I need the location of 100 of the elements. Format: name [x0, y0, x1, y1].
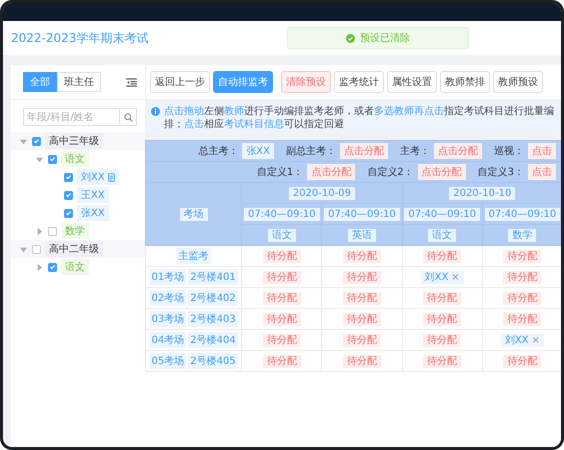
pending-tag[interactable]: 待分配 — [262, 250, 301, 263]
room-tag: 2号楼405 — [188, 353, 238, 369]
pending-tag[interactable]: 待分配 — [262, 355, 301, 368]
pending-tag[interactable]: 待分配 — [423, 334, 462, 347]
role-label: 总主考： — [198, 144, 238, 158]
checkbox[interactable] — [48, 226, 57, 236]
teacher-tag[interactable]: 刘XX × — [500, 334, 544, 347]
toolbar-button[interactable]: 返回上一步 — [150, 71, 210, 93]
expanded-arrow-icon[interactable] — [19, 244, 28, 254]
instruction-link[interactable]: 考试科目信息 — [224, 119, 284, 130]
pending-tag[interactable]: 待分配 — [342, 271, 381, 284]
pending-tag[interactable]: 待分配 — [262, 334, 301, 347]
assign-tag[interactable]: 点击分配 — [307, 164, 356, 180]
info-icon — [151, 107, 160, 116]
teacher-tag[interactable]: 张XX — [77, 205, 109, 221]
pending-tag[interactable]: 待分配 — [262, 292, 301, 305]
checkbox[interactable] — [32, 244, 41, 254]
instruction-link[interactable]: 点击 — [184, 119, 204, 130]
time-tag: 07:40—09:10 — [324, 208, 400, 220]
instruction-link[interactable]: 多选教师再点击 — [374, 106, 444, 117]
room-tag: 02考场 — [150, 290, 186, 306]
collapsed-arrow-icon[interactable] — [35, 226, 44, 236]
grade-tag[interactable]: 高中二年级 — [45, 241, 103, 257]
room-tag: 03考场 — [150, 311, 186, 327]
room-tag: 04考场 — [150, 332, 186, 348]
grade-tag[interactable]: 高中三年级 — [45, 133, 103, 149]
instruction-link[interactable]: 教师 — [224, 106, 244, 117]
assign-tag[interactable]: 点击分配 — [418, 164, 466, 180]
pending-tag[interactable]: 待分配 — [342, 292, 381, 305]
room-tag: 2号楼402 — [188, 290, 238, 306]
subject-tag[interactable]: 英语 — [348, 229, 376, 242]
pending-tag[interactable]: 待分配 — [503, 313, 542, 326]
expanded-arrow-icon[interactable] — [35, 154, 44, 164]
role-label: 自定义3： — [478, 166, 524, 179]
pending-tag[interactable]: 待分配 — [423, 355, 462, 368]
role-label: 主考： — [400, 144, 430, 158]
teacher-tag[interactable]: 刘XX — [77, 169, 119, 185]
checkbox[interactable] — [64, 190, 73, 200]
remove-button[interactable]: × — [532, 335, 540, 346]
pending-tag[interactable]: 待分配 — [342, 355, 381, 368]
time-tag: 07:40—09:10 — [484, 208, 560, 220]
toolbar-button[interactable]: 清除预设 — [281, 71, 331, 93]
checkbox[interactable] — [48, 154, 57, 164]
pending-tag[interactable]: 待分配 — [262, 313, 301, 326]
pending-tag[interactable]: 待分配 — [503, 355, 542, 368]
pending-tag[interactable]: 待分配 — [342, 250, 381, 263]
check-circle-icon — [346, 34, 355, 42]
pending-tag[interactable]: 待分配 — [342, 313, 381, 326]
search-field[interactable]: 年段/科目/姓名 — [23, 108, 120, 126]
role-label: 副总主考： — [286, 144, 336, 158]
room-tag: 2号楼403 — [188, 311, 238, 327]
toolbar-button[interactable]: 属性设置 — [387, 71, 437, 93]
column-header: 考场 — [180, 208, 208, 221]
auto-arrange-button[interactable]: 自动排监考 — [213, 71, 273, 93]
subject-tag[interactable]: 语文 — [61, 151, 89, 167]
pending-tag[interactable]: 待分配 — [262, 271, 301, 284]
subject-tag[interactable]: 数学 — [61, 223, 89, 239]
pending-tag[interactable]: 待分配 — [342, 334, 381, 347]
assign-tag[interactable]: 点击分配 — [340, 143, 388, 159]
remove-button[interactable]: × — [451, 272, 460, 283]
toolbar-button[interactable]: 教师预设 — [493, 71, 543, 93]
role-label: 自定义2： — [367, 166, 414, 179]
pending-tag[interactable]: 待分配 — [503, 271, 542, 284]
assign-tag[interactable]: 点击 — [528, 164, 556, 180]
filter-tab[interactable]: 班主任 — [57, 72, 101, 92]
time-tag: 07:40—09:10 — [244, 208, 320, 220]
subject-tag[interactable]: 数学 — [508, 229, 536, 242]
subject-tag[interactable]: 语文 — [428, 229, 456, 242]
assign-tag[interactable]: 点击分配 — [434, 143, 482, 159]
filter-tab[interactable]: 全部 — [23, 72, 57, 92]
pending-tag[interactable]: 待分配 — [503, 292, 542, 305]
role-label: 巡视： — [494, 144, 524, 158]
room-tag: 主监考 — [176, 248, 211, 264]
search-button[interactable] — [120, 108, 137, 126]
subject-tag[interactable]: 语文 — [268, 229, 296, 242]
checkbox[interactable] — [64, 172, 73, 182]
teacher-tag[interactable]: 王XX — [77, 187, 109, 203]
role-label: 自定义1： — [256, 166, 304, 179]
checkbox[interactable] — [32, 136, 41, 146]
date-tag: 2020-10-10 — [449, 186, 516, 200]
subject-tag[interactable]: 语文 — [61, 259, 89, 275]
teacher-tag[interactable]: 张XX — [242, 143, 274, 159]
room-tag: 01考场 — [150, 269, 186, 285]
pending-tag[interactable]: 待分配 — [503, 250, 542, 263]
checkbox[interactable] — [64, 208, 73, 218]
collapsed-arrow-icon[interactable] — [35, 262, 44, 272]
expanded-arrow-icon[interactable] — [19, 136, 28, 146]
assign-tag[interactable]: 点击 — [528, 143, 556, 159]
pending-tag[interactable]: 待分配 — [423, 313, 462, 326]
toolbar-button[interactable]: 教师禁排 — [440, 71, 490, 93]
pending-tag[interactable]: 待分配 — [423, 292, 462, 305]
pending-tag[interactable]: 待分配 — [423, 250, 462, 263]
instruction-text: 点击拖动左侧教师进行手动编排监考老师，或者多选教师再点击指定考试科目进行批量编排；点击相应考试科目信息可以指定回避 — [164, 105, 555, 131]
toast-message: 预设已清除 — [360, 32, 410, 45]
instruction-link[interactable]: 点击拖动 — [164, 106, 204, 117]
teacher-tag[interactable]: 刘XX × — [420, 271, 464, 284]
toolbar-button[interactable]: 监考统计 — [334, 71, 384, 93]
checkbox[interactable] — [48, 262, 57, 272]
search-icon[interactable] — [124, 112, 132, 122]
collapse-menu-icon[interactable] — [126, 78, 137, 86]
